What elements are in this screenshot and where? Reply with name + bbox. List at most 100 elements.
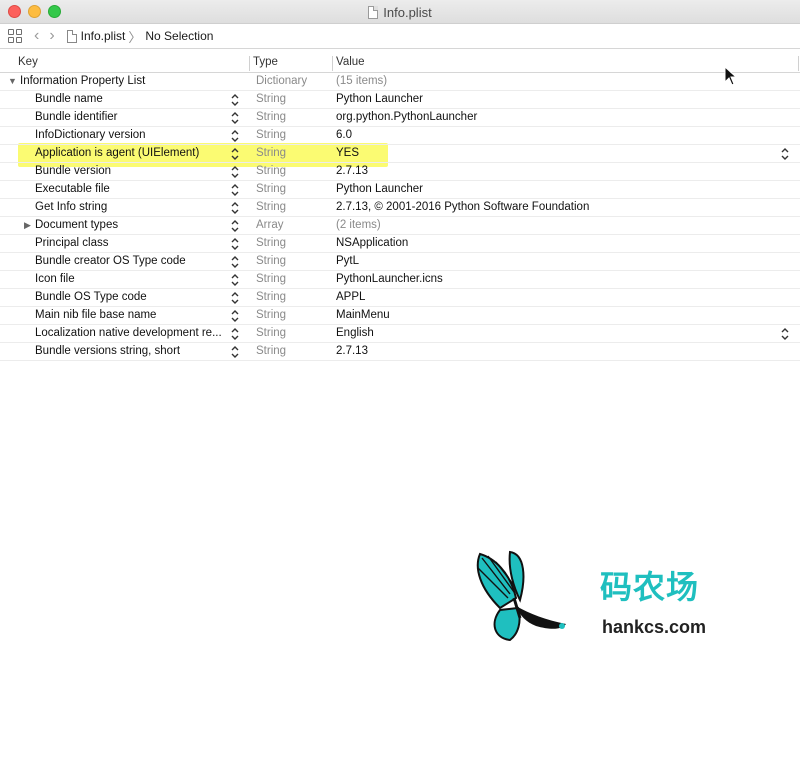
key-popup-stepper-icon[interactable] xyxy=(229,128,241,144)
key-popup-stepper-icon[interactable] xyxy=(229,308,241,324)
row-value: (2 items) xyxy=(336,219,381,231)
row-value[interactable]: 2.7.13 xyxy=(336,345,368,357)
value-popup-stepper-icon[interactable] xyxy=(779,146,791,162)
value-popup-stepper-icon[interactable] xyxy=(779,326,791,342)
row-value[interactable]: 2.7.13 xyxy=(336,165,368,177)
key-popup-stepper-icon[interactable] xyxy=(229,272,241,288)
key-popup-stepper-icon[interactable] xyxy=(229,92,241,108)
key-popup-stepper-icon[interactable] xyxy=(229,218,241,234)
document-icon xyxy=(368,5,379,19)
row-value[interactable]: Python Launcher xyxy=(336,93,423,105)
column-header: Key Type Value xyxy=(0,54,800,73)
mouse-cursor-icon xyxy=(724,66,738,86)
plist-rows: ▼ Information Property List Dictionary (… xyxy=(0,73,800,361)
row-key: Document types xyxy=(35,219,119,231)
table-row[interactable]: ▶ Document types Array (2 items) xyxy=(0,217,800,235)
back-arrow-icon[interactable]: ‹ xyxy=(34,28,39,44)
row-key: InfoDictionary version xyxy=(35,129,146,141)
row-key: Icon file xyxy=(35,273,75,285)
table-row[interactable]: Executable file String Python Launcher xyxy=(0,181,800,199)
row-type: String xyxy=(256,327,287,339)
breadcrumb-chevron-icon: 〉 xyxy=(128,29,142,45)
table-row[interactable]: Bundle identifier String org.python.Pyth… xyxy=(0,109,800,127)
row-type: String xyxy=(256,273,287,285)
row-value[interactable]: English xyxy=(336,327,374,339)
row-value[interactable]: 2.7.13, © 2001-2016 Python Software Foun… xyxy=(336,201,589,213)
column-divider[interactable] xyxy=(798,56,799,71)
key-popup-stepper-icon[interactable] xyxy=(229,110,241,126)
table-row[interactable]: Bundle OS Type code String APPL xyxy=(0,289,800,307)
breadcrumb-file[interactable]: Info.plist xyxy=(81,29,126,43)
row-value[interactable]: org.python.PythonLauncher xyxy=(336,111,477,123)
column-divider[interactable] xyxy=(332,56,333,71)
key-popup-stepper-icon[interactable] xyxy=(229,326,241,342)
row-value[interactable]: NSApplication xyxy=(336,237,408,249)
title-bar: Info.plist xyxy=(0,0,800,24)
breadcrumb-selection[interactable]: No Selection xyxy=(145,29,213,43)
table-row[interactable]: Principal class String NSApplication xyxy=(0,235,800,253)
row-value[interactable]: Python Launcher xyxy=(336,183,423,195)
row-type: Array xyxy=(256,219,284,231)
row-key: Executable file xyxy=(35,183,110,195)
row-type: String xyxy=(256,291,287,303)
disclosure-triangle-closed-icon[interactable]: ▶ xyxy=(24,220,31,231)
jump-bar: ‹ › Info.plist 〉 No Selection xyxy=(0,24,800,49)
row-key: Bundle identifier xyxy=(35,111,118,123)
row-value: (15 items) xyxy=(336,75,388,87)
key-popup-stepper-icon[interactable] xyxy=(229,146,241,162)
row-type: String xyxy=(256,93,287,105)
key-popup-stepper-icon[interactable] xyxy=(229,254,241,270)
column-divider[interactable] xyxy=(249,56,250,71)
table-row[interactable]: Main nib file base name String MainMenu xyxy=(0,307,800,325)
row-type: String xyxy=(256,165,287,177)
window-title: Info.plist xyxy=(383,4,432,20)
key-popup-stepper-icon[interactable] xyxy=(229,164,241,180)
table-row[interactable]: InfoDictionary version String 6.0 xyxy=(0,127,800,145)
row-key: Bundle OS Type code xyxy=(35,291,147,303)
key-popup-stepper-icon[interactable] xyxy=(229,344,241,360)
table-row-selected[interactable]: Application is agent (UIElement) String … xyxy=(0,145,800,163)
row-key: Bundle creator OS Type code xyxy=(35,255,186,267)
table-row[interactable]: Bundle name String Python Launcher xyxy=(0,91,800,109)
row-type: String xyxy=(256,345,287,357)
watermark-chinese-text: 码农场 xyxy=(600,569,700,605)
table-row[interactable]: Localization native development re... St… xyxy=(0,325,800,343)
key-popup-stepper-icon[interactable] xyxy=(229,236,241,252)
table-row[interactable]: Get Info string String 2.7.13, © 2001-20… xyxy=(0,199,800,217)
row-value[interactable]: PytL xyxy=(336,255,359,267)
row-type: String xyxy=(256,129,287,141)
table-row[interactable]: ▼ Information Property List Dictionary (… xyxy=(0,73,800,91)
table-row[interactable]: Icon file String PythonLauncher.icns xyxy=(0,271,800,289)
key-popup-stepper-icon[interactable] xyxy=(229,200,241,216)
key-popup-stepper-icon[interactable] xyxy=(229,290,241,306)
plist-file-icon xyxy=(66,29,77,43)
key-popup-stepper-icon[interactable] xyxy=(229,182,241,198)
forward-arrow-icon[interactable]: › xyxy=(49,28,54,44)
row-type: String xyxy=(256,183,287,195)
watermark-site-text: hankcs.com xyxy=(602,617,707,637)
row-key: Application is agent (UIElement) xyxy=(35,147,200,159)
disclosure-triangle-open-icon[interactable]: ▼ xyxy=(8,76,17,86)
row-value[interactable]: 6.0 xyxy=(336,129,352,141)
row-type: String xyxy=(256,255,287,267)
row-key: Localization native development re... xyxy=(35,327,222,339)
row-value[interactable]: YES xyxy=(336,147,359,159)
column-header-value[interactable]: Value xyxy=(336,56,365,68)
column-header-key[interactable]: Key xyxy=(18,56,38,68)
row-value[interactable]: APPL xyxy=(336,291,365,303)
row-type: String xyxy=(256,111,287,123)
row-type: Dictionary xyxy=(256,75,308,87)
row-type: String xyxy=(256,201,287,213)
related-items-icon[interactable] xyxy=(8,29,22,43)
row-value[interactable]: PythonLauncher.icns xyxy=(336,273,443,285)
table-row[interactable]: Bundle version String 2.7.13 xyxy=(0,163,800,181)
row-type: String xyxy=(256,147,287,159)
column-header-type[interactable]: Type xyxy=(253,56,278,68)
row-type: String xyxy=(256,237,287,249)
row-value[interactable]: MainMenu xyxy=(336,309,390,321)
table-row[interactable]: Bundle versions string, short String 2.7… xyxy=(0,343,800,361)
table-row[interactable]: Bundle creator OS Type code String PytL xyxy=(0,253,800,271)
row-type: String xyxy=(256,309,287,321)
window-title-group: Info.plist xyxy=(0,0,800,24)
row-key: Bundle version xyxy=(35,165,112,177)
